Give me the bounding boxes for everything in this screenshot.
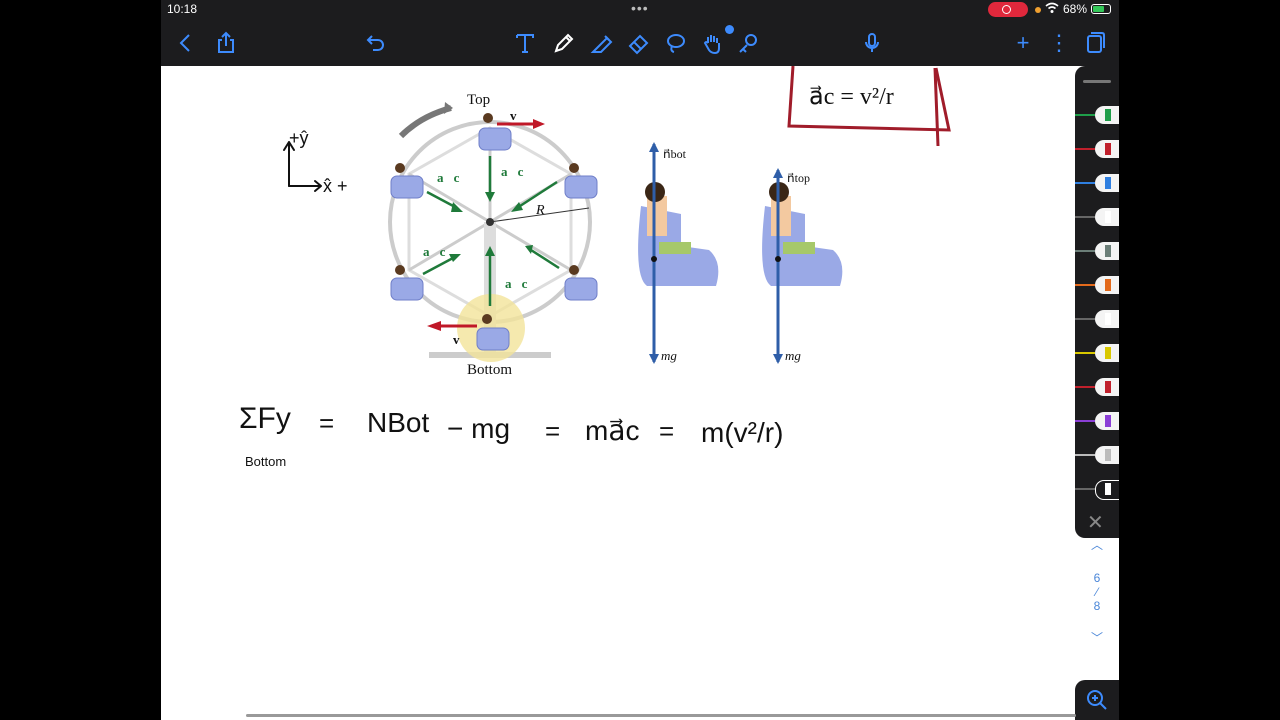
add-page-button[interactable]: + [1010, 30, 1036, 56]
horizontal-scrollbar[interactable] [246, 714, 1076, 717]
text-tool-icon[interactable] [512, 30, 538, 56]
status-time: 10:18 [167, 2, 198, 16]
active-tool-dot [725, 25, 734, 34]
close-palette-icon[interactable]: ✕ [1087, 510, 1104, 535]
bottom-label: Bottom [467, 362, 512, 378]
handwritten-equation: ΣFy Bottom = NBot − mg = ma⃗c = m(v²/r) [239, 402, 783, 469]
pen-icon[interactable] [551, 30, 577, 56]
eq-part-7: m(v²/r) [701, 417, 783, 448]
bottom-subscript: Bottom [245, 454, 286, 469]
n-bot-label: n⃗bot [663, 147, 687, 161]
microphone-icon[interactable] [859, 30, 885, 56]
pen-color-7[interactable] [1075, 308, 1119, 330]
mg-top-label: mg⃗ [785, 348, 811, 363]
hand-icon[interactable] [700, 30, 726, 56]
page-indicator: ︿ 6 ⁄ 8 ﹀ [1086, 536, 1108, 646]
x-axis-label: x̂ + [323, 176, 348, 196]
page-up-icon[interactable]: ︿ [1086, 536, 1108, 553]
multitasking-dots[interactable]: ••• [631, 0, 649, 16]
axes-sketch: +ŷ x̂ + [283, 128, 348, 196]
ipad-screen: 10:18 ••• 68% + ⋮ a⃗c = v²/r +ŷ x̂ + Top… [161, 0, 1119, 720]
share-icon[interactable] [213, 30, 239, 56]
pen-color-4[interactable] [1075, 206, 1119, 228]
current-page: 6 [1093, 571, 1101, 585]
n-top-label: n⃗top [787, 171, 810, 185]
zoom-icon[interactable] [1075, 680, 1119, 720]
shapes-icon[interactable] [736, 30, 762, 56]
eq-part-1: = [319, 408, 334, 438]
pen-color-10[interactable] [1075, 410, 1119, 432]
formula-text: a⃗c = v²/r [809, 84, 894, 110]
eq-part-3: − mg [447, 413, 510, 444]
status-bar: 10:18 ••• 68% [161, 0, 1119, 20]
pen-color-6[interactable] [1075, 274, 1119, 296]
eq-part-6: = [659, 416, 674, 446]
pen-color-9[interactable] [1075, 376, 1119, 398]
battery-percent: 68% [1063, 2, 1088, 16]
pen-color-11[interactable] [1075, 444, 1119, 466]
note-canvas[interactable]: a⃗c = v²/r +ŷ x̂ + Top Bottom v⃗ v⃗ a⃗c … [161, 66, 1119, 720]
pen-color-3[interactable] [1075, 172, 1119, 194]
pen-color-12[interactable] [1075, 478, 1119, 500]
lasso-icon[interactable] [663, 30, 689, 56]
sum-forces: ΣFy [239, 402, 291, 435]
ac-label-3: a⃗c [423, 244, 446, 259]
pen-color-1[interactable] [1075, 104, 1119, 126]
ac-label-2: a⃗c [501, 164, 524, 179]
pages-icon[interactable] [1081, 30, 1107, 56]
pen-color-palette: ✕ [1075, 66, 1119, 538]
palette-handle[interactable] [1083, 80, 1111, 83]
formula-box: a⃗c = v²/r [787, 66, 951, 147]
ac-label-1: a⃗c [437, 170, 460, 185]
eq-part-4: = [545, 416, 560, 446]
free-body-bottom: n⃗bot mg⃗ [638, 142, 719, 364]
more-icon[interactable]: ⋮ [1046, 30, 1072, 56]
pen-color-2[interactable] [1075, 138, 1119, 160]
pen-color-8[interactable] [1075, 342, 1119, 364]
total-pages: 8 [1093, 599, 1101, 613]
goodnotes-toolbar: + ⋮ [161, 20, 1119, 66]
page-separator: ⁄ [1095, 585, 1098, 599]
eraser-icon[interactable] [626, 30, 652, 56]
eq-part-5: ma⃗c [585, 415, 639, 446]
undo-icon[interactable] [363, 30, 389, 56]
top-label: Top [467, 92, 490, 108]
highlighter-icon[interactable] [589, 30, 615, 56]
mic-in-use-dot [1035, 7, 1041, 13]
mg-bot-label: mg⃗ [661, 348, 687, 363]
pen-color-5[interactable] [1075, 240, 1119, 262]
eq-part-2: NBot [367, 407, 429, 438]
v-bottom-label: v⃗ [453, 332, 470, 347]
wifi-icon [1045, 2, 1059, 17]
free-body-top: n⃗top mg⃗ [762, 168, 843, 364]
battery-icon [1091, 4, 1111, 14]
ferris-wheel-diagram: Top Bottom v⃗ v⃗ a⃗c a⃗c a⃗c a⃗c R [388, 92, 598, 378]
screen-recording-indicator[interactable] [988, 2, 1028, 17]
back-icon[interactable] [173, 30, 199, 56]
ac-label-4: a⃗c [505, 276, 528, 291]
page-down-icon[interactable]: ﹀ [1086, 629, 1108, 646]
y-axis-label: +ŷ [289, 128, 309, 148]
v-top-label: v⃗ [510, 108, 527, 123]
radius-label: R [535, 203, 545, 218]
